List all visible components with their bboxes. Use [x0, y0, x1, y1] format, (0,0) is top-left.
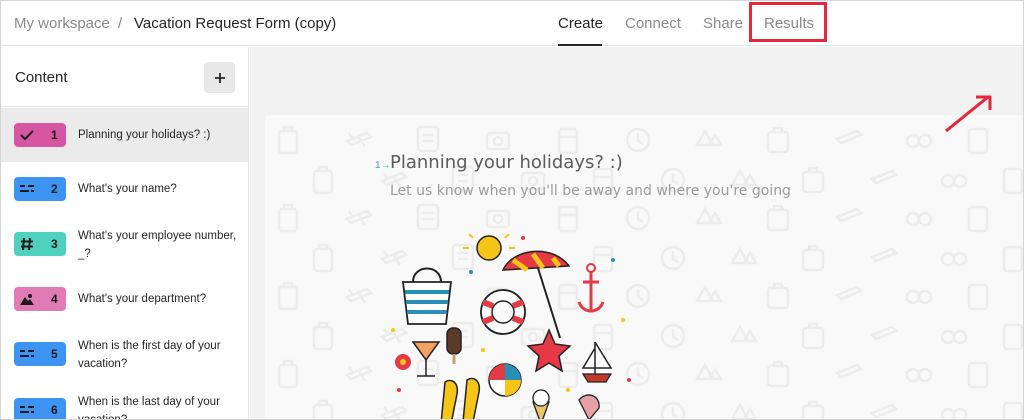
form-preview-area: 1→ Planning your holidays? :) Let us kno…: [250, 47, 1023, 419]
question-number: 1: [51, 128, 58, 142]
results-highlight-box: [749, 2, 827, 42]
question-type-badge: 5: [14, 342, 66, 366]
question-number: 6: [51, 403, 58, 417]
question-title[interactable]: Planning your holidays? :): [390, 152, 623, 173]
form-title[interactable]: Vacation Request Form (copy): [134, 15, 336, 32]
question-item-3[interactable]: 3 What's your employee number, _?: [1, 216, 248, 272]
add-question-button[interactable]: [204, 62, 235, 93]
question-type-badge: 1: [14, 123, 66, 147]
checkmark-icon: [19, 127, 35, 143]
picture-choice-icon: [19, 291, 35, 307]
question-description[interactable]: Let us know when you'll be away and wher…: [390, 183, 791, 199]
question-type-badge: 6: [14, 398, 66, 419]
question-type-badge: 4: [14, 287, 66, 311]
question-number: 4: [51, 292, 58, 306]
question-label: Planning your holidays? :): [78, 129, 211, 141]
question-card[interactable]: 1→ Planning your holidays? :) Let us kno…: [265, 115, 1023, 419]
question-label: When is the first day of your vacation?: [78, 340, 221, 370]
top-bar: My workspace / Vacation Request Form (co…: [1, 1, 1023, 46]
beach-holiday-illustration: [391, 230, 631, 419]
question-number: 3: [51, 237, 58, 251]
question-type-badge: 3: [14, 232, 66, 256]
question-label: What's your employee number, _?: [78, 230, 237, 260]
tab-share[interactable]: Share: [703, 15, 743, 32]
question-item-2[interactable]: 2 What's your name?: [1, 162, 248, 216]
question-label: What's your name?: [78, 183, 177, 195]
breadcrumb-separator: /: [118, 15, 123, 32]
active-tab-indicator: [558, 44, 602, 46]
tab-connect[interactable]: Connect: [625, 15, 681, 32]
short-text-icon: [19, 346, 35, 362]
question-item-4[interactable]: 4 What's your department?: [1, 272, 248, 326]
tab-create[interactable]: Create: [558, 15, 603, 32]
content-sidebar: Content 1 Planning your holidays? :) 2 W…: [1, 47, 249, 419]
question-number: 2: [51, 182, 58, 196]
question-item-6[interactable]: 6 When is the last day of your vacation?: [1, 382, 248, 419]
question-type-badge: 2: [14, 177, 66, 201]
question-number-marker: 1→: [375, 160, 391, 171]
question-label: When is the last day of your vacation?: [78, 396, 220, 419]
hash-icon: [19, 236, 35, 252]
question-item-1[interactable]: 1 Planning your holidays? :): [1, 108, 248, 162]
plus-icon: [214, 72, 225, 83]
sidebar-header: Content: [1, 47, 248, 107]
sidebar-title: Content: [15, 69, 68, 86]
question-item-5[interactable]: 5 When is the first day of your vacation…: [1, 326, 248, 382]
question-label: What's your department?: [78, 293, 207, 305]
breadcrumb-workspace-link[interactable]: My workspace: [14, 15, 110, 32]
short-text-icon: [19, 402, 35, 418]
short-text-icon: [19, 181, 35, 197]
question-number: 5: [51, 347, 58, 361]
red-arrow-annotation: [945, 95, 992, 133]
